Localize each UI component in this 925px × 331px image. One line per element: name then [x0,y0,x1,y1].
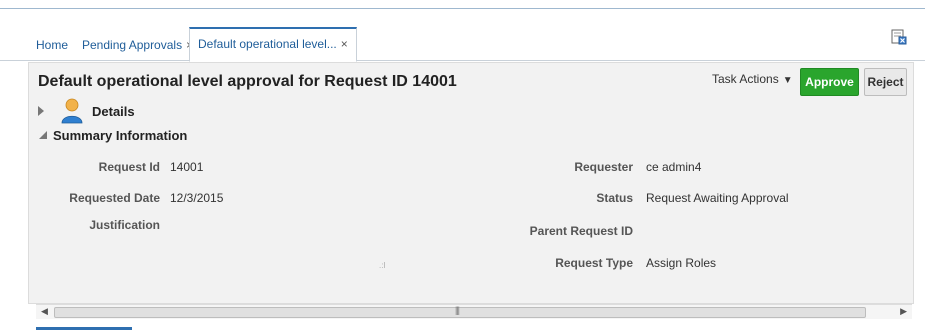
tab-bar: Home Pending Approvals× Default operatio… [0,25,925,62]
expand-triangle-icon[interactable] [38,106,44,116]
reject-button[interactable]: Reject [864,68,907,96]
details-label: Details [92,104,135,119]
approve-button[interactable]: Approve [800,68,859,96]
collapse-triangle-icon[interactable] [39,131,47,139]
page-title: Default operational level approval for R… [38,73,457,90]
close-tab-icon[interactable]: × [341,37,348,51]
task-actions-menu[interactable]: Task Actions ▼ [712,72,793,86]
tab-home-label: Home [36,38,69,52]
resize-grip-icon[interactable]: .:l [379,261,385,270]
field-label-request-id: Request Id [98,160,160,174]
field-label-requester: Requester [574,160,633,174]
field-value-request-id: 14001 [170,160,204,174]
field-label-requested-date: Requested Date [69,191,160,205]
field-label-parent-request-id: Parent Request ID [529,224,633,238]
horizontal-scrollbar[interactable]: ◀ ||| ▶ [36,304,912,319]
scrollbar-grip-icon: ||| [455,305,460,315]
top-divider [0,8,925,9]
field-label-request-type: Request Type [555,256,633,270]
field-value-status: Request Awaiting Approval [646,191,789,205]
export-icon[interactable] [891,29,907,45]
task-actions-label: Task Actions [712,72,779,86]
scroll-right-arrow-icon[interactable]: ▶ [900,306,907,317]
field-label-justification: Justification [89,218,160,232]
summary-section-header[interactable]: Summary Information [38,127,298,145]
tab-home[interactable]: Home [36,31,68,59]
tab-default-operational-level[interactable]: Default operational level... × [189,27,357,62]
bottom-accent-bar [36,327,132,330]
field-value-request-type: Assign Roles [646,256,717,270]
summary-label: Summary Information [53,128,188,143]
tab-pending-approvals[interactable]: Pending Approvals× [82,31,193,59]
field-value-requester: ce admin4 [646,160,702,174]
field-value-requested-date: 12/3/2015 [170,191,224,205]
dropdown-arrow-icon: ▼ [782,75,793,86]
tab-pending-approvals-label: Pending Approvals [82,38,183,52]
approval-panel: Default operational level approval for R… [28,62,914,304]
field-label-status: Status [596,191,633,205]
person-icon [61,98,83,124]
scroll-left-arrow-icon[interactable]: ◀ [41,306,48,317]
scrollbar-thumb[interactable]: ||| [54,305,866,318]
details-section-header[interactable]: Details [38,98,238,124]
tab-default-operational-level-label: Default operational level... [198,37,337,51]
